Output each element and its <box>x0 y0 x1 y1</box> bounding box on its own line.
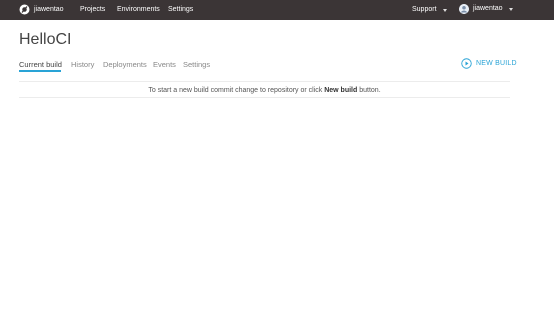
support-label: Support <box>412 6 437 13</box>
divider <box>19 97 510 98</box>
tab-deployments[interactable]: Deployments <box>103 60 147 69</box>
tab-events[interactable]: Events <box>153 60 176 69</box>
new-build-button[interactable]: NEW BUILD <box>461 58 517 69</box>
account-menu[interactable]: jiawentao <box>459 4 513 14</box>
avatar-icon <box>459 4 469 14</box>
divider <box>19 81 510 82</box>
brand[interactable]: jiawentao <box>19 4 64 15</box>
empty-message-emphasis: New build <box>324 87 358 94</box>
nav-projects[interactable]: Projects <box>80 6 105 14</box>
chevron-down-icon <box>442 8 447 12</box>
nav-environments[interactable]: Environments <box>117 6 160 14</box>
account-name: jiawentao <box>473 5 503 12</box>
tab-current-build[interactable]: Current build <box>19 60 62 69</box>
brand-user-name: jiawentao <box>34 6 64 13</box>
new-build-label: NEW BUILD <box>476 60 517 67</box>
nav-settings[interactable]: Settings <box>168 6 193 14</box>
empty-message-tail: button. <box>357 87 381 94</box>
active-tab-indicator <box>19 70 61 72</box>
appveyor-logo-icon <box>19 4 30 15</box>
chevron-down-icon <box>508 7 513 11</box>
empty-message-text: To start a new build commit change to re… <box>148 87 325 94</box>
tab-history[interactable]: History <box>71 60 94 69</box>
top-navigation-bar: jiawentao Projects Environments Settings… <box>0 0 554 20</box>
tab-settings[interactable]: Settings <box>183 60 210 69</box>
support-menu[interactable]: Support <box>412 6 447 14</box>
play-circle-icon <box>461 58 472 69</box>
page-title: HelloCI <box>19 31 72 48</box>
empty-build-message: To start a new build commit change to re… <box>19 86 510 95</box>
